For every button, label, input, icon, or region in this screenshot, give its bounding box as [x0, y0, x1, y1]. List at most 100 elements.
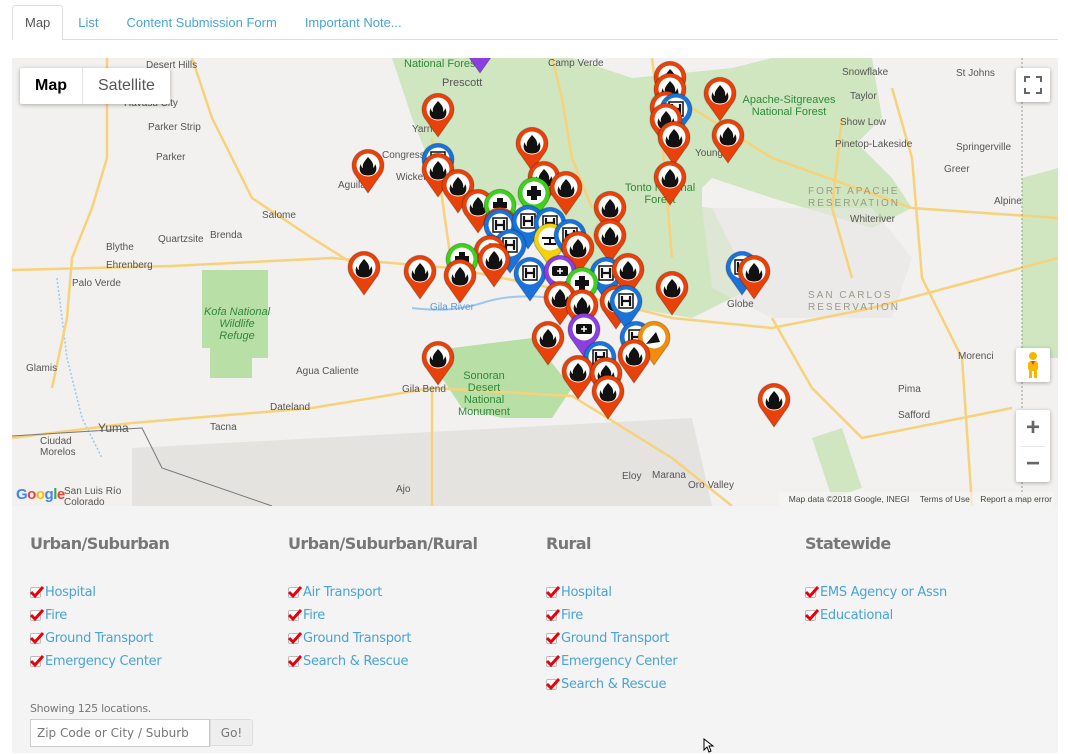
checkbox-checked[interactable]: [288, 632, 302, 645]
filter-item[interactable]: Ground Transport: [288, 627, 477, 650]
checkbox-checked[interactable]: [546, 586, 560, 599]
filter-label[interactable]: Hospital: [561, 585, 612, 600]
filter-label[interactable]: Ground Transport: [303, 631, 411, 646]
map-label-blythe: Blythe: [106, 242, 134, 253]
map-marker-fire[interactable]: [736, 254, 772, 300]
filter-label[interactable]: Emergency Center: [561, 654, 678, 669]
map-data-credit: Map data ©2018 Google, INEGI: [788, 494, 910, 504]
location-search-input[interactable]: [30, 719, 210, 747]
map-type-satellite-button[interactable]: Satellite: [83, 68, 170, 104]
map-marker-fire[interactable]: [652, 160, 688, 206]
map-marker-fire[interactable]: [756, 382, 792, 428]
checkbox-checked[interactable]: [30, 632, 44, 645]
map-marker-fire[interactable]: [402, 254, 438, 300]
map-label-marana: Marana: [652, 470, 686, 481]
tab-important-note[interactable]: Important Note...: [292, 5, 415, 39]
fullscreen-button[interactable]: [1016, 68, 1050, 102]
filter-label[interactable]: Fire: [303, 608, 325, 623]
filter-label[interactable]: Educational: [820, 608, 893, 623]
filter-column-urban-suburban: Urban/Suburban Hospital Fire Ground Tran…: [30, 534, 170, 673]
map-marker-fire[interactable]: [420, 92, 456, 138]
checkbox-checked[interactable]: [30, 586, 44, 599]
map-label-whiteriver: Whiteriver: [850, 214, 896, 225]
filter-label[interactable]: EMS Agency or Assn: [820, 585, 947, 600]
map-label-congress: Congress: [382, 150, 425, 161]
checkbox-checked[interactable]: [546, 655, 560, 668]
street-view-pegman-button[interactable]: [1016, 348, 1050, 382]
filter-label[interactable]: Search & Rescue: [303, 654, 408, 669]
filter-label[interactable]: Fire: [45, 608, 67, 623]
checkbox-checked[interactable]: [288, 655, 302, 668]
filter-item[interactable]: Ground Transport: [546, 627, 677, 650]
filter-item[interactable]: Emergency Center: [546, 650, 678, 673]
map-type-map-button[interactable]: Map: [20, 68, 83, 104]
filter-item[interactable]: Educational: [805, 604, 947, 627]
map-label-san-luis-rio-colorado: San Luis Río Colorado: [64, 486, 122, 506]
map-marker-fire[interactable]: [420, 340, 456, 386]
filter-label[interactable]: Hospital: [45, 585, 96, 600]
map-label-dateland: Dateland: [270, 402, 311, 413]
map-label-safford: Safford: [898, 410, 931, 421]
column-title: Statewide: [805, 534, 891, 553]
map-marker-ground[interactable]: [462, 58, 498, 74]
checkbox-checked[interactable]: [805, 609, 819, 622]
map-label-greer: Greer: [944, 164, 970, 175]
map-marker-fire[interactable]: [590, 374, 626, 420]
filter-label[interactable]: Air Transport: [303, 585, 382, 600]
filter-label[interactable]: Emergency Center: [45, 654, 162, 669]
checkbox-checked[interactable]: [546, 678, 560, 691]
filter-item[interactable]: Air Transport: [288, 581, 477, 604]
filter-label[interactable]: Ground Transport: [561, 631, 669, 646]
go-button[interactable]: Go!: [210, 719, 253, 746]
map-marker-fire[interactable]: [350, 148, 386, 194]
filter-item[interactable]: Fire: [30, 604, 169, 627]
filter-item[interactable]: Ground Transport: [30, 627, 169, 650]
report-map-error-link[interactable]: Report a map error: [980, 494, 1052, 504]
map-marker-fire[interactable]: [702, 76, 738, 122]
map-marker-fire[interactable]: [654, 270, 690, 316]
tab-map[interactable]: Map: [12, 5, 64, 40]
tab-list[interactable]: List: [65, 5, 111, 39]
fire-icon: [655, 270, 689, 316]
map-canvas[interactable]: Desert Hills Havasu City Parker Strip Pa…: [12, 58, 1058, 506]
google-logo[interactable]: Google: [16, 486, 65, 503]
checkbox-checked[interactable]: [30, 655, 44, 668]
map-marker-fire[interactable]: [346, 250, 382, 296]
terms-of-use-link[interactable]: Terms of Use: [920, 494, 970, 504]
map-label-brenda: Brenda: [210, 230, 243, 241]
filter-item[interactable]: Search & Rescue: [288, 650, 477, 673]
filter-item[interactable]: Hospital: [30, 581, 169, 604]
checkbox-checked[interactable]: [288, 586, 302, 599]
map-label-ajo: Ajo: [396, 484, 411, 495]
map-label-eloy: Eloy: [622, 471, 642, 482]
tab-content-submission-form[interactable]: Content Submission Form: [114, 5, 290, 39]
fire-icon: [421, 340, 455, 386]
zoom-in-button[interactable]: +: [1016, 410, 1050, 446]
filter-item[interactable]: Hospital: [546, 581, 677, 604]
map-marker-fire[interactable]: [710, 118, 746, 164]
map-label-st-johns: St Johns: [956, 68, 995, 79]
filter-label[interactable]: Fire: [561, 608, 583, 623]
tab-bar: Map List Content Submission Form Importa…: [12, 5, 1058, 40]
map-marker-fire[interactable]: [442, 258, 478, 304]
checkbox-checked[interactable]: [288, 609, 302, 622]
location-count-text: Showing 125 locations.: [30, 702, 151, 715]
map-type-control: Map Satellite: [20, 68, 170, 104]
checkbox-checked[interactable]: [30, 609, 44, 622]
column-title: Urban/Suburban/Rural: [288, 534, 478, 553]
map-label-palo-verde: Palo Verde: [72, 278, 121, 289]
filter-label[interactable]: Ground Transport: [45, 631, 153, 646]
map-label-snowflake: Snowflake: [842, 67, 889, 78]
zoom-out-button[interactable]: −: [1016, 446, 1050, 482]
map-label-agua-caliente: Agua Caliente: [296, 366, 359, 377]
checkbox-checked[interactable]: [546, 632, 560, 645]
filter-item[interactable]: Fire: [546, 604, 677, 627]
filter-item[interactable]: Emergency Center: [30, 650, 169, 673]
map-marker-fire[interactable]: [476, 242, 512, 288]
checkbox-checked[interactable]: [805, 586, 819, 599]
filter-item[interactable]: EMS Agency or Assn: [805, 581, 947, 604]
filter-label[interactable]: Search & Rescue: [561, 677, 666, 692]
checkbox-checked[interactable]: [546, 609, 560, 622]
filter-item[interactable]: Fire: [288, 604, 477, 627]
filter-item[interactable]: Search & Rescue: [546, 673, 677, 696]
